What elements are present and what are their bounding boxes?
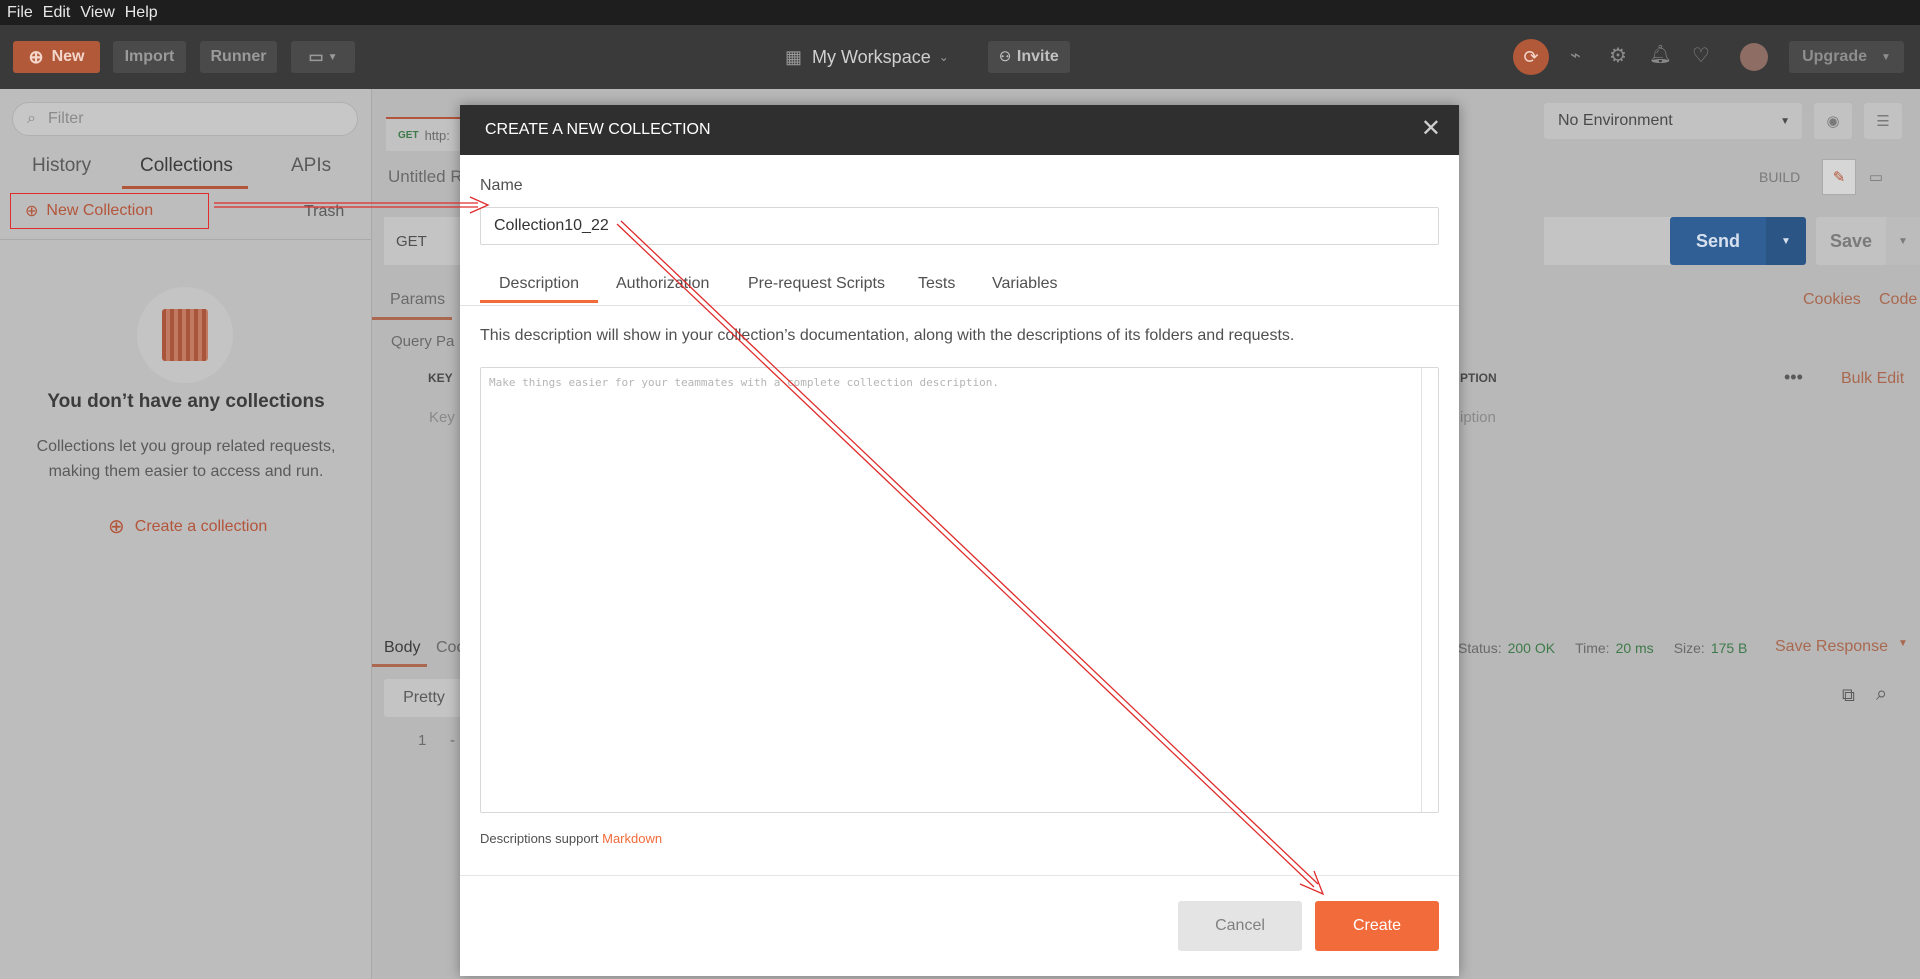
save-response-button[interactable]: Save Response ▼: [1775, 638, 1908, 656]
key-column-header: KEY: [428, 371, 453, 385]
description-placeholder-fragment: iption: [1460, 409, 1496, 426]
response-meta: Status: 200 OK Time: 20 ms Size: 175 B: [1458, 640, 1748, 656]
chevron-down-icon: ▼: [1881, 51, 1891, 63]
active-tab-indicator: [372, 317, 452, 320]
menu-help[interactable]: Help: [120, 4, 163, 22]
markdown-link[interactable]: Markdown: [602, 831, 662, 846]
satellite-icon[interactable]: ⌁: [1570, 45, 1581, 66]
new-window-button[interactable]: ▭ ▼: [291, 41, 355, 73]
code-link[interactable]: Code: [1879, 291, 1917, 309]
menu-view[interactable]: View: [75, 4, 119, 22]
save-options-chevron-icon[interactable]: ▼: [1886, 217, 1920, 265]
settings-sliders-icon[interactable]: ☰: [1864, 103, 1902, 139]
description-textarea[interactable]: [480, 367, 1439, 813]
app-header: ⊕ New Import Runner ▭ ▼ ▦ My Workspace ⌄…: [0, 25, 1920, 89]
invite-button[interactable]: ⚇ Invite: [988, 41, 1070, 73]
chevron-down-icon: ▼: [327, 51, 338, 63]
bell-icon[interactable]: 🔔︎: [1649, 44, 1672, 65]
line-content: -: [450, 732, 455, 749]
menu-edit[interactable]: Edit: [38, 4, 76, 22]
create-collection-link[interactable]: ⊕ Create a collection: [108, 514, 267, 539]
search-icon[interactable]: ⌕: [1876, 683, 1887, 706]
tab-tests[interactable]: Tests: [918, 275, 955, 293]
new-button[interactable]: ⊕ New: [13, 41, 100, 73]
import-button[interactable]: Import: [113, 41, 186, 73]
query-params-label: Query Pa: [391, 333, 455, 350]
empty-state-title: You don’t have any collections: [47, 391, 325, 412]
close-icon[interactable]: ✕: [1421, 117, 1441, 141]
search-icon: ⌕: [27, 110, 36, 127]
key-placeholder: Key: [429, 409, 455, 426]
eye-icon[interactable]: ◉: [1814, 103, 1852, 139]
more-options-icon[interactable]: •••: [1784, 367, 1803, 388]
trash-link[interactable]: Trash: [304, 203, 344, 221]
tab-description[interactable]: Description: [499, 275, 579, 293]
active-tab-indicator: [372, 664, 427, 667]
description-info-text: This description will show in your colle…: [480, 327, 1295, 344]
save-button[interactable]: Save: [1816, 217, 1886, 265]
box-icon: [162, 309, 208, 361]
tab-collections[interactable]: Collections: [140, 155, 233, 177]
filter-input[interactable]: ⌕ Filter: [12, 102, 358, 136]
sidebar: ⌕ Filter History Collections APIs ⊕ New …: [0, 89, 372, 979]
divider: [460, 305, 1459, 306]
create-collection-modal: CREATE A NEW COLLECTION ✕ Name Descripti…: [460, 105, 1459, 976]
grid-icon: ▦: [785, 46, 803, 67]
active-tab-indicator: [122, 186, 248, 189]
sync-icon[interactable]: ⟳: [1513, 39, 1549, 75]
chevron-down-icon: ⌄: [938, 50, 949, 64]
chevron-down-icon: ▼: [1897, 638, 1908, 649]
gear-icon[interactable]: ⚙: [1609, 43, 1627, 68]
pretty-button[interactable]: Pretty: [384, 679, 464, 717]
tab-apis[interactable]: APIs: [291, 155, 331, 177]
avatar[interactable]: [1740, 43, 1768, 71]
modal-title: CREATE A NEW COLLECTION: [485, 121, 711, 138]
empty-state-description: Collections let you group related reques…: [36, 438, 336, 480]
line-number: 1: [418, 732, 427, 749]
send-options-chevron-icon[interactable]: ▼: [1766, 217, 1806, 265]
environment-select[interactable]: No Environment ▼: [1544, 103, 1802, 139]
tab-params[interactable]: Params: [390, 291, 445, 309]
request-title: Untitled R: [388, 167, 463, 186]
active-tab-indicator: [480, 300, 598, 303]
cancel-button[interactable]: Cancel: [1178, 901, 1302, 951]
textarea-scrollbar: [1421, 368, 1422, 812]
method-select[interactable]: GET: [384, 217, 464, 265]
edit-icon[interactable]: ✎: [1822, 159, 1856, 195]
plus-circle-icon: ⊕: [25, 203, 39, 220]
workspace-switcher[interactable]: ▦ My Workspace ⌄: [785, 45, 949, 69]
create-button[interactable]: Create: [1315, 901, 1439, 951]
collection-name-input[interactable]: [480, 207, 1439, 245]
divider: [460, 875, 1459, 876]
bulk-edit-link[interactable]: Bulk Edit: [1841, 370, 1904, 388]
window-icon: ▭: [308, 49, 324, 66]
plus-circle-icon: ⊕: [28, 46, 44, 67]
new-collection-button[interactable]: ⊕ New Collection: [10, 193, 209, 229]
modal-header: CREATE A NEW COLLECTION ✕: [460, 105, 1459, 155]
tab-history[interactable]: History: [32, 155, 91, 177]
divider: [0, 239, 372, 240]
tab-variables[interactable]: Variables: [992, 275, 1058, 293]
markdown-note: Descriptions support Markdown: [480, 831, 663, 846]
tab-body[interactable]: Body: [384, 639, 420, 657]
comment-icon[interactable]: ▭: [1859, 159, 1893, 195]
tab-pre-request-scripts[interactable]: Pre-request Scripts: [748, 275, 885, 293]
upgrade-button[interactable]: Upgrade ▼: [1789, 41, 1904, 73]
empty-collections-illustration: [137, 287, 233, 383]
plus-circle-icon: ⊕: [108, 516, 125, 538]
build-label: BUILD: [1759, 169, 1801, 185]
heart-icon[interactable]: ♡: [1692, 43, 1710, 68]
name-label: Name: [480, 177, 523, 194]
chevron-down-icon: ▼: [1780, 115, 1790, 127]
send-button[interactable]: Send: [1670, 217, 1766, 265]
user-plus-icon: ⚇: [999, 49, 1011, 64]
copy-icon[interactable]: ⧉: [1842, 685, 1855, 706]
description-column-header-fragment: PTION: [1460, 371, 1497, 385]
tab-authorization[interactable]: Authorization: [616, 275, 709, 293]
menu-file[interactable]: File: [0, 4, 38, 22]
cookies-link[interactable]: Cookies: [1803, 291, 1861, 309]
runner-button[interactable]: Runner: [200, 41, 277, 73]
menu-bar: File Edit View Help: [0, 0, 1920, 25]
